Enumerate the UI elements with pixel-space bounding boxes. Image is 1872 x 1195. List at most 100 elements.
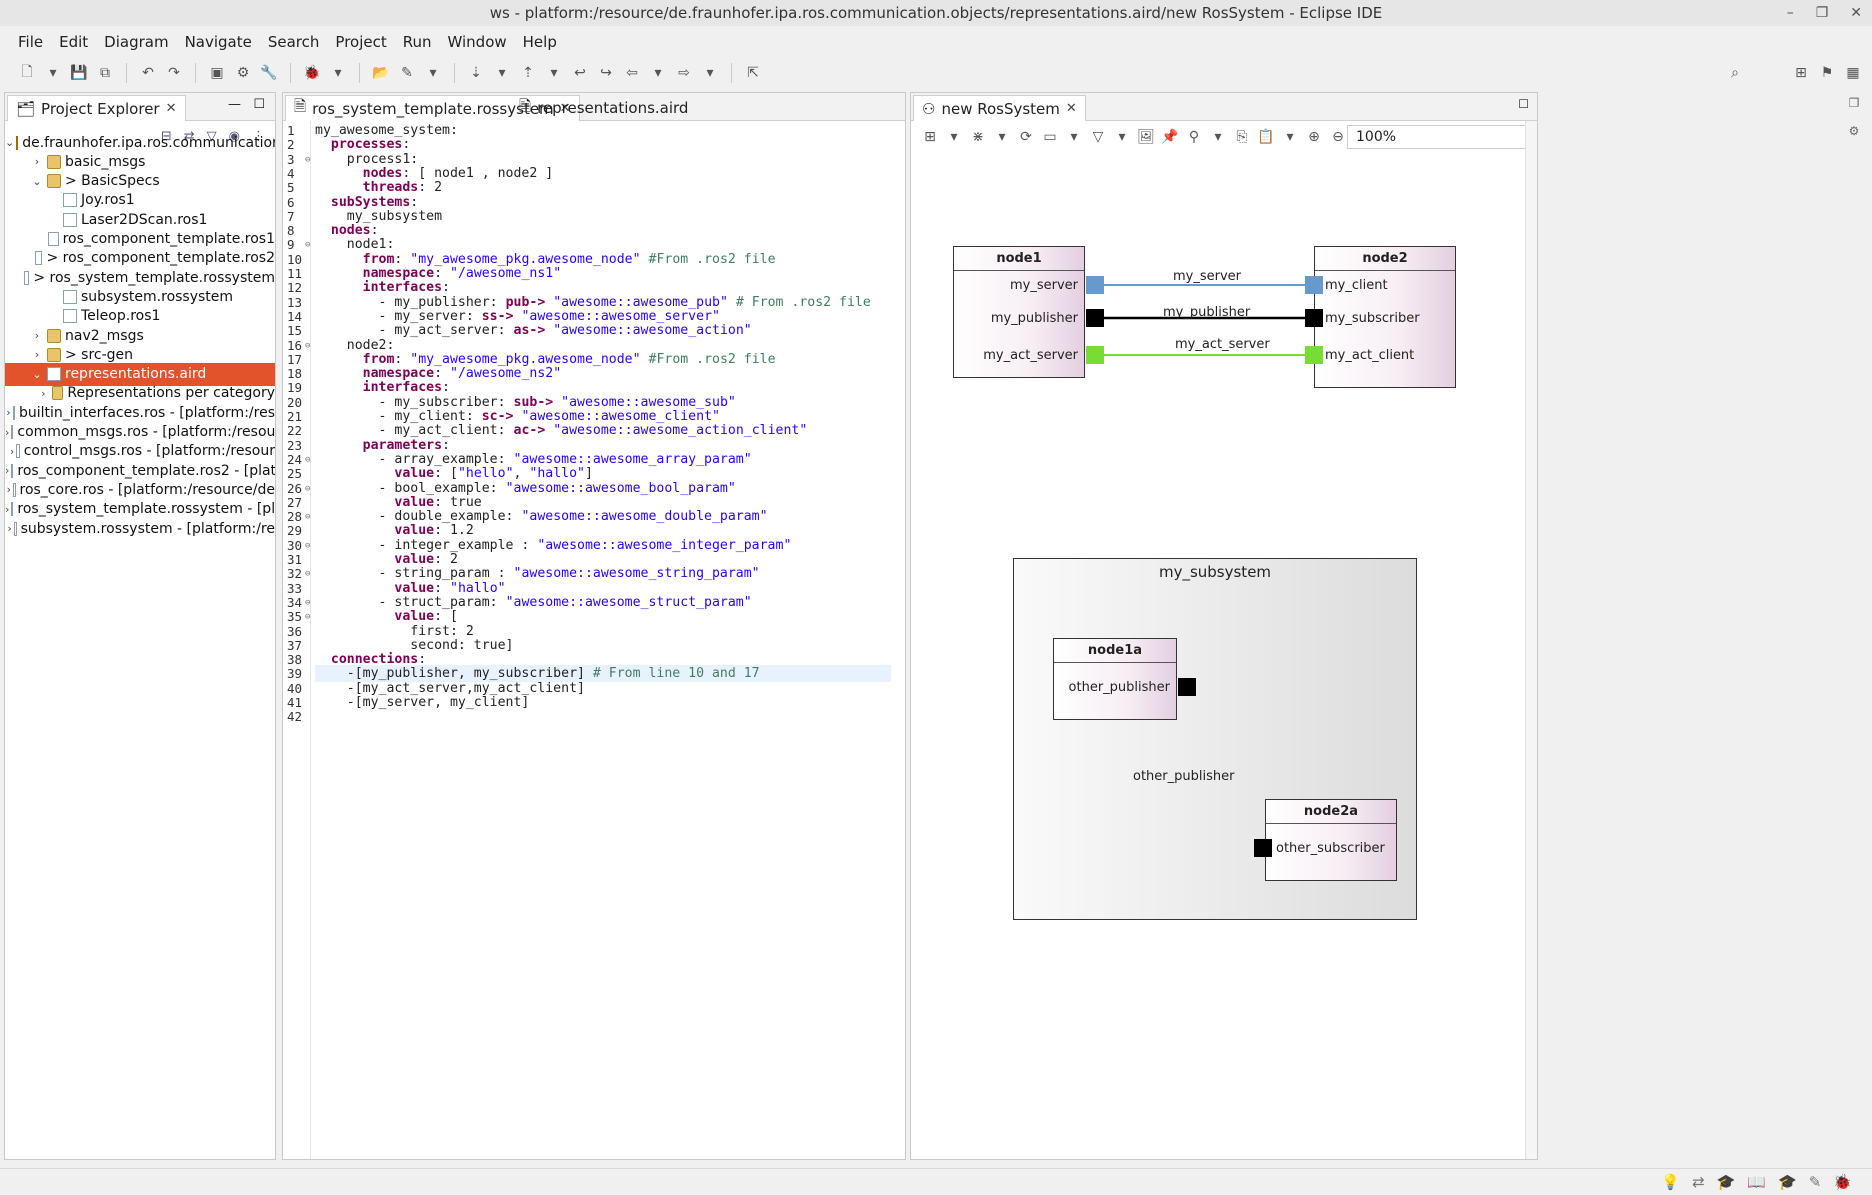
back-dropdown-icon[interactable]: ▾ xyxy=(647,62,669,84)
maximize-view-icon[interactable]: ☐ xyxy=(253,97,265,112)
close-icon[interactable]: ✕ xyxy=(166,101,177,116)
minimize-view-icon[interactable]: — xyxy=(228,97,241,112)
tab-representations-aird[interactable]: 🗎 representations.aird xyxy=(511,95,696,121)
menu-diagram[interactable]: Diagram xyxy=(96,30,176,54)
chevron-right-icon[interactable]: › xyxy=(10,445,14,458)
vertical-scrollbar[interactable] xyxy=(1525,121,1537,1159)
fold-toggle-icon[interactable]: ⊖ xyxy=(305,612,310,622)
ros-tool-icon[interactable]: 🔧 xyxy=(258,62,280,84)
close-icon[interactable]: ✕ xyxy=(1066,101,1077,116)
node1-box[interactable]: node1 my_server my_publisher my_act_serv… xyxy=(953,246,1085,378)
fold-toggle-icon[interactable]: ⊖ xyxy=(305,155,310,165)
menu-navigate[interactable]: Navigate xyxy=(177,30,260,54)
pen-icon[interactable]: ✎ xyxy=(396,62,418,84)
chevron-right-icon[interactable]: › xyxy=(7,522,11,535)
tree-item[interactable]: › subsystem.rossystem - [platform:/re xyxy=(5,517,275,540)
book-icon[interactable]: 📖 xyxy=(1747,1173,1766,1191)
restore-view-icon[interactable]: ❐ xyxy=(1849,96,1860,110)
chevron-down-icon[interactable]: ⌄ xyxy=(29,175,45,188)
fold-toggle-icon[interactable]: ⊖ xyxy=(305,512,310,522)
forward-edit-icon[interactable]: ↪ xyxy=(595,62,617,84)
diagram-canvas[interactable]: ⊞▾ ⋇▾ ⟳ ▭▾ ▽▾ 🖼 📌 ⚲▾ ⎘ 📋▾ ⊕ ⊖ 100% ▾ nod… xyxy=(911,121,1537,1159)
node2a-box[interactable]: node2a other_subscriber xyxy=(1265,799,1397,881)
last-edit-icon[interactable]: ↩ xyxy=(569,62,591,84)
maximize-view-icon[interactable]: ☐ xyxy=(1518,97,1529,111)
chevron-right-icon[interactable]: › xyxy=(29,155,45,168)
hat-icon[interactable]: 🎓 xyxy=(1717,1173,1736,1191)
restore-icon[interactable]: ❐ xyxy=(1816,0,1829,26)
new-dropdown-icon[interactable]: ▾ xyxy=(42,62,64,84)
undo-icon[interactable]: ↶ xyxy=(137,62,159,84)
chevron-right-icon[interactable]: › xyxy=(6,406,10,419)
line-number: 12 xyxy=(287,280,303,296)
chevron-right-icon[interactable]: › xyxy=(5,426,9,439)
port-my-client[interactable] xyxy=(1305,276,1323,294)
chevron-right-icon[interactable]: › xyxy=(5,503,9,516)
save-all-icon[interactable]: ⧉ xyxy=(94,62,116,84)
port-my-server[interactable] xyxy=(1086,276,1104,294)
pencil-icon[interactable]: ✎ xyxy=(1809,1173,1822,1191)
outline-icon[interactable]: ⚙ xyxy=(1849,124,1860,138)
menu-help[interactable]: Help xyxy=(515,30,565,54)
ros-icon[interactable]: ⚙ xyxy=(232,62,254,84)
close-window-icon[interactable]: ✕ xyxy=(1850,0,1862,26)
forward-icon[interactable]: ⇨ xyxy=(673,62,695,84)
code-editor[interactable]: 1 my_awesome_system: 2 processes: 3 ⊖ proces… xyxy=(283,121,905,1159)
menu-search[interactable]: Search xyxy=(260,30,328,54)
fold-toggle-icon[interactable]: ⊖ xyxy=(305,341,310,351)
menu-project[interactable]: Project xyxy=(327,30,394,54)
tip-icon[interactable]: 💡 xyxy=(1661,1173,1680,1191)
bug-icon[interactable]: 🐞 xyxy=(1833,1173,1852,1191)
fold-toggle-icon[interactable]: ⊖ xyxy=(305,598,310,608)
port-my-subscriber[interactable] xyxy=(1305,309,1323,327)
port-other-subscriber[interactable] xyxy=(1254,839,1272,857)
tab-project-explorer[interactable]: 🗂 Project Explorer ✕ xyxy=(7,95,186,121)
back-icon[interactable]: ⇦ xyxy=(621,62,643,84)
mortarboard-icon[interactable]: 🎓 xyxy=(1778,1173,1797,1191)
menu-file[interactable]: File xyxy=(10,30,51,54)
fold-toggle-icon[interactable]: ⊖ xyxy=(305,240,310,250)
fold-toggle-icon[interactable]: ⊖ xyxy=(305,455,310,465)
minimize-icon[interactable]: – xyxy=(1787,0,1794,26)
chevron-down-icon[interactable]: ⌄ xyxy=(29,368,45,381)
port-my-publisher[interactable] xyxy=(1086,309,1104,327)
port-other-publisher[interactable] xyxy=(1178,678,1196,696)
chevron-right-icon[interactable]: › xyxy=(29,348,45,361)
chevron-right-icon[interactable]: › xyxy=(37,387,50,400)
pen-dropdown-icon[interactable]: ▾ xyxy=(422,62,444,84)
menu-run[interactable]: Run xyxy=(395,30,440,54)
prev-annotation-dropdown-icon[interactable]: ▾ xyxy=(543,62,565,84)
prev-annotation-icon[interactable]: ⇡ xyxy=(517,62,539,84)
node2-box[interactable]: node2 my_client my_subscriber my_act_cli… xyxy=(1314,246,1456,388)
terminal-icon[interactable]: ▣ xyxy=(206,62,228,84)
port-my-act-server[interactable] xyxy=(1086,346,1104,364)
open-perspective-icon[interactable]: ⊞ xyxy=(1790,62,1812,84)
menu-edit[interactable]: Edit xyxy=(51,30,96,54)
new-icon[interactable]: 🗋 xyxy=(16,62,38,84)
search-icon[interactable]: ⌕ xyxy=(1724,62,1746,84)
chevron-right-icon[interactable]: › xyxy=(5,464,9,477)
fold-toggle-icon[interactable]: ⊖ xyxy=(305,484,310,494)
debug-icon[interactable]: 🐞 xyxy=(301,62,323,84)
perspective-icon[interactable]: ⚑ xyxy=(1816,62,1838,84)
line-number: 19 xyxy=(287,380,303,396)
menu-window[interactable]: Window xyxy=(440,30,515,54)
next-annotation-icon[interactable]: ⇣ xyxy=(465,62,487,84)
open-folder-icon[interactable]: 📂 xyxy=(370,62,392,84)
fold-toggle-icon[interactable]: ⊖ xyxy=(305,569,310,579)
pin-editor-icon[interactable]: ⇱ xyxy=(742,62,764,84)
port-my-act-client[interactable] xyxy=(1305,346,1323,364)
node1a-box[interactable]: node1a other_publisher xyxy=(1053,638,1177,720)
debug-dropdown-icon[interactable]: ▾ xyxy=(327,62,349,84)
redo-icon[interactable]: ↷ xyxy=(163,62,185,84)
next-annotation-dropdown-icon[interactable]: ▾ xyxy=(491,62,513,84)
chevron-right-icon[interactable]: › xyxy=(29,329,45,342)
chevron-right-icon[interactable]: › xyxy=(7,483,11,496)
chevron-down-icon[interactable]: ⌄ xyxy=(5,136,14,149)
grid-perspective-icon[interactable]: ▦ xyxy=(1842,62,1864,84)
forward-dropdown-icon[interactable]: ▾ xyxy=(699,62,721,84)
sync-icon[interactable]: ⇄ xyxy=(1692,1173,1705,1191)
fold-toggle-icon[interactable]: ⊖ xyxy=(305,541,310,551)
save-icon[interactable]: 💾 xyxy=(68,62,90,84)
tab-new-rossystem[interactable]: ⚇ new RosSystem ✕ xyxy=(913,95,1086,121)
